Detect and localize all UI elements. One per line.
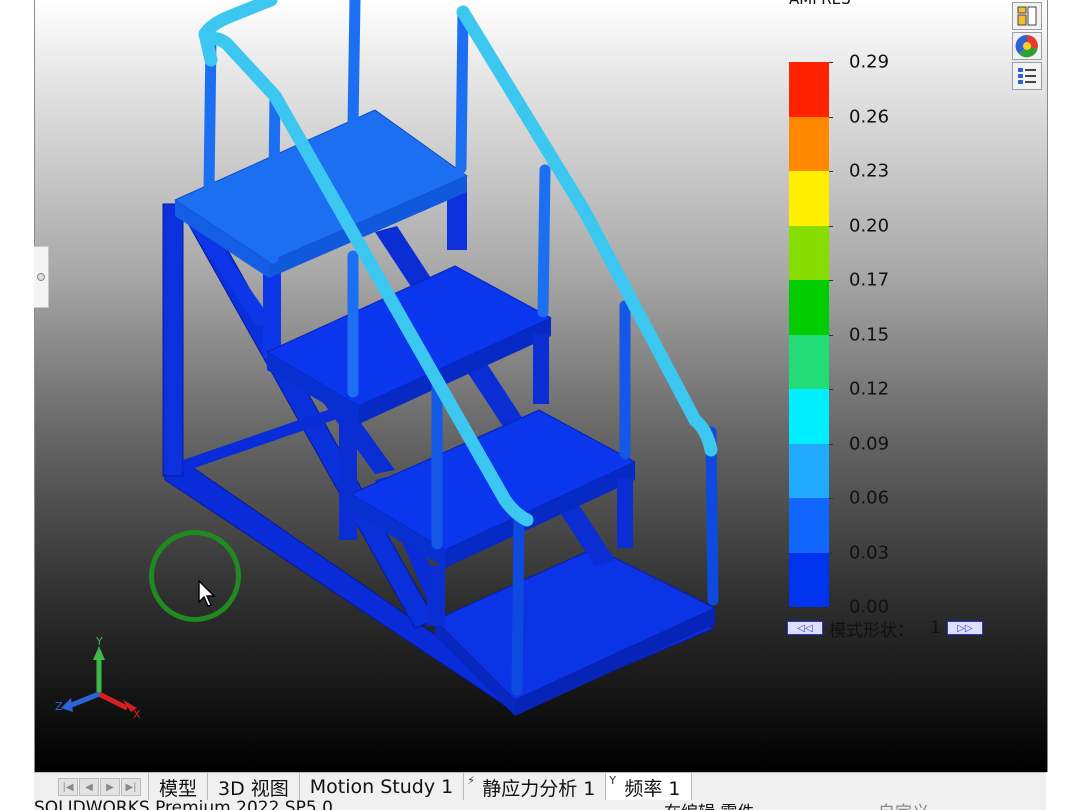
post-6 (537, 164, 551, 318)
legend-title: AMPRES (789, 0, 851, 8)
frequency-study-icon: Y (609, 774, 617, 787)
legend-swatch-0 (789, 62, 829, 117)
tab-static-study-label: 静应力分析 1 (482, 777, 596, 800)
legend-tick-mark (829, 225, 833, 227)
legend-tick-label: 0.29 (849, 51, 890, 73)
legend-tick-label: 0.06 (849, 487, 890, 509)
legend-tick-mark (829, 607, 833, 608)
back-leg-left (162, 203, 184, 477)
next-tab-icon[interactable]: ▶ (100, 778, 120, 796)
tab-bar: |◀ ◀ ▶ ▶| 模型 3D 视图 Motion Study 1 ⚡ 静应力分析… (34, 772, 1046, 801)
triad-y-label: Y (95, 636, 103, 648)
legend-tick-label: 0.26 (849, 106, 890, 127)
right-margin (1046, 0, 1080, 810)
mode-shape-label: 模式形状： (829, 620, 914, 641)
mouse-cursor-icon (198, 580, 216, 607)
legend-swatch-5 (789, 334, 829, 389)
tab-frequency-label: 频率 1 (624, 777, 681, 800)
tab-frequency[interactable]: Y 频率 1 (606, 773, 692, 801)
color-wheel-icon[interactable] (1012, 32, 1042, 60)
legend-tick-mark (829, 552, 833, 554)
status-custom[interactable]: 自定义 (878, 800, 929, 810)
legend-swatch-6 (789, 389, 829, 444)
legend-swatch-3 (789, 225, 829, 280)
step-2-leg (339, 420, 357, 540)
legend-tick-mark (829, 280, 833, 281)
staircase-model[interactable] (35, 0, 1047, 772)
post-3 (455, 6, 469, 174)
prev-mode-button[interactable]: ◁◁ (787, 621, 823, 635)
mode-shape-number: 1 (930, 618, 941, 638)
display-options-icon[interactable] (1012, 2, 1042, 30)
legend-tick-mark (829, 498, 833, 499)
step-2-leg-r (533, 334, 549, 404)
first-tab-icon[interactable]: |◀ (58, 778, 78, 796)
legend-tick-label: 0.20 (849, 215, 890, 236)
status-bar: SOLIDWORKS Premium 2022 SP5.0 在编辑 零件 自定义 (34, 800, 1046, 810)
tab-3d-view-label: 3D 视图 (218, 777, 289, 800)
tab-static-study[interactable]: ⚡ 静应力分析 1 (464, 773, 607, 801)
status-edit-mode: 在编辑 零件 (664, 800, 754, 810)
legend-color-bar (789, 62, 829, 607)
post-9 (511, 514, 525, 696)
list-view-icon[interactable] (1012, 62, 1042, 90)
post-2 (347, 0, 361, 130)
triad-x-label: X (133, 708, 141, 721)
step-3-leg (427, 566, 445, 626)
mode-shape-control: ◁◁ 模式形状： 1 ▷▷ (787, 617, 983, 641)
tab-3d-view[interactable]: 3D 视图 (208, 773, 300, 801)
legend-swatch-9 (789, 552, 829, 607)
panel-collapse-handle[interactable] (34, 246, 49, 308)
post-4 (267, 90, 281, 264)
triad-z-label: Z (55, 700, 63, 713)
axis-triad: Y X Z (55, 636, 141, 721)
status-app-name: SOLIDWORKS Premium 2022 SP5.0 (34, 800, 333, 810)
static-study-icon: ⚡ (467, 774, 475, 787)
handle-dot-icon (37, 273, 45, 281)
graphics-viewport[interactable]: AMPRES 0.29 0.26 0.23 0.20 0.17 0.15 0.12 0.09 0… (34, 0, 1048, 772)
prev-tab-icon[interactable]: ◀ (79, 778, 99, 796)
legend-tick-label: 0.23 (849, 160, 890, 182)
tab-model[interactable]: 模型 (148, 773, 209, 801)
legend-tick-mark (829, 443, 833, 445)
last-tab-icon[interactable]: ▶| (121, 778, 141, 796)
legend-swatch-2 (789, 171, 829, 226)
tab-model-label: 模型 (159, 777, 198, 800)
legend-tick-label: 0.12 (849, 378, 890, 400)
legend-tick-mark (829, 389, 833, 390)
legend-swatch-8 (789, 498, 829, 553)
tab-motion-study-label: Motion Study 1 (309, 776, 454, 798)
display-toolbar (1012, 0, 1046, 92)
legend-tick-label: 0.17 (849, 269, 890, 291)
step-3-leg-r (617, 478, 633, 548)
tab-motion-study[interactable]: Motion Study 1 (299, 773, 465, 801)
legend-swatch-4 (789, 280, 829, 335)
legend-tick-label: 0.15 (849, 324, 890, 345)
legend-tick-label: 0.09 (849, 433, 890, 454)
legend-tick-mark (829, 116, 833, 118)
legend-swatch-7 (789, 443, 829, 498)
legend-swatch-1 (789, 116, 829, 171)
post-10 (705, 426, 719, 606)
legend-tick-mark (829, 334, 833, 336)
legend-tick-label: 0.03 (849, 542, 890, 563)
legend-tick-mark (829, 62, 833, 63)
legend-tick-mark (829, 171, 833, 172)
legend-tick-label: 0.00 (849, 596, 890, 618)
next-mode-button[interactable]: ▷▷ (946, 621, 983, 635)
tab-nav: |◀ ◀ ▶ ▶| (58, 773, 142, 801)
click-highlight-ring (149, 530, 241, 622)
left-margin (0, 0, 34, 810)
